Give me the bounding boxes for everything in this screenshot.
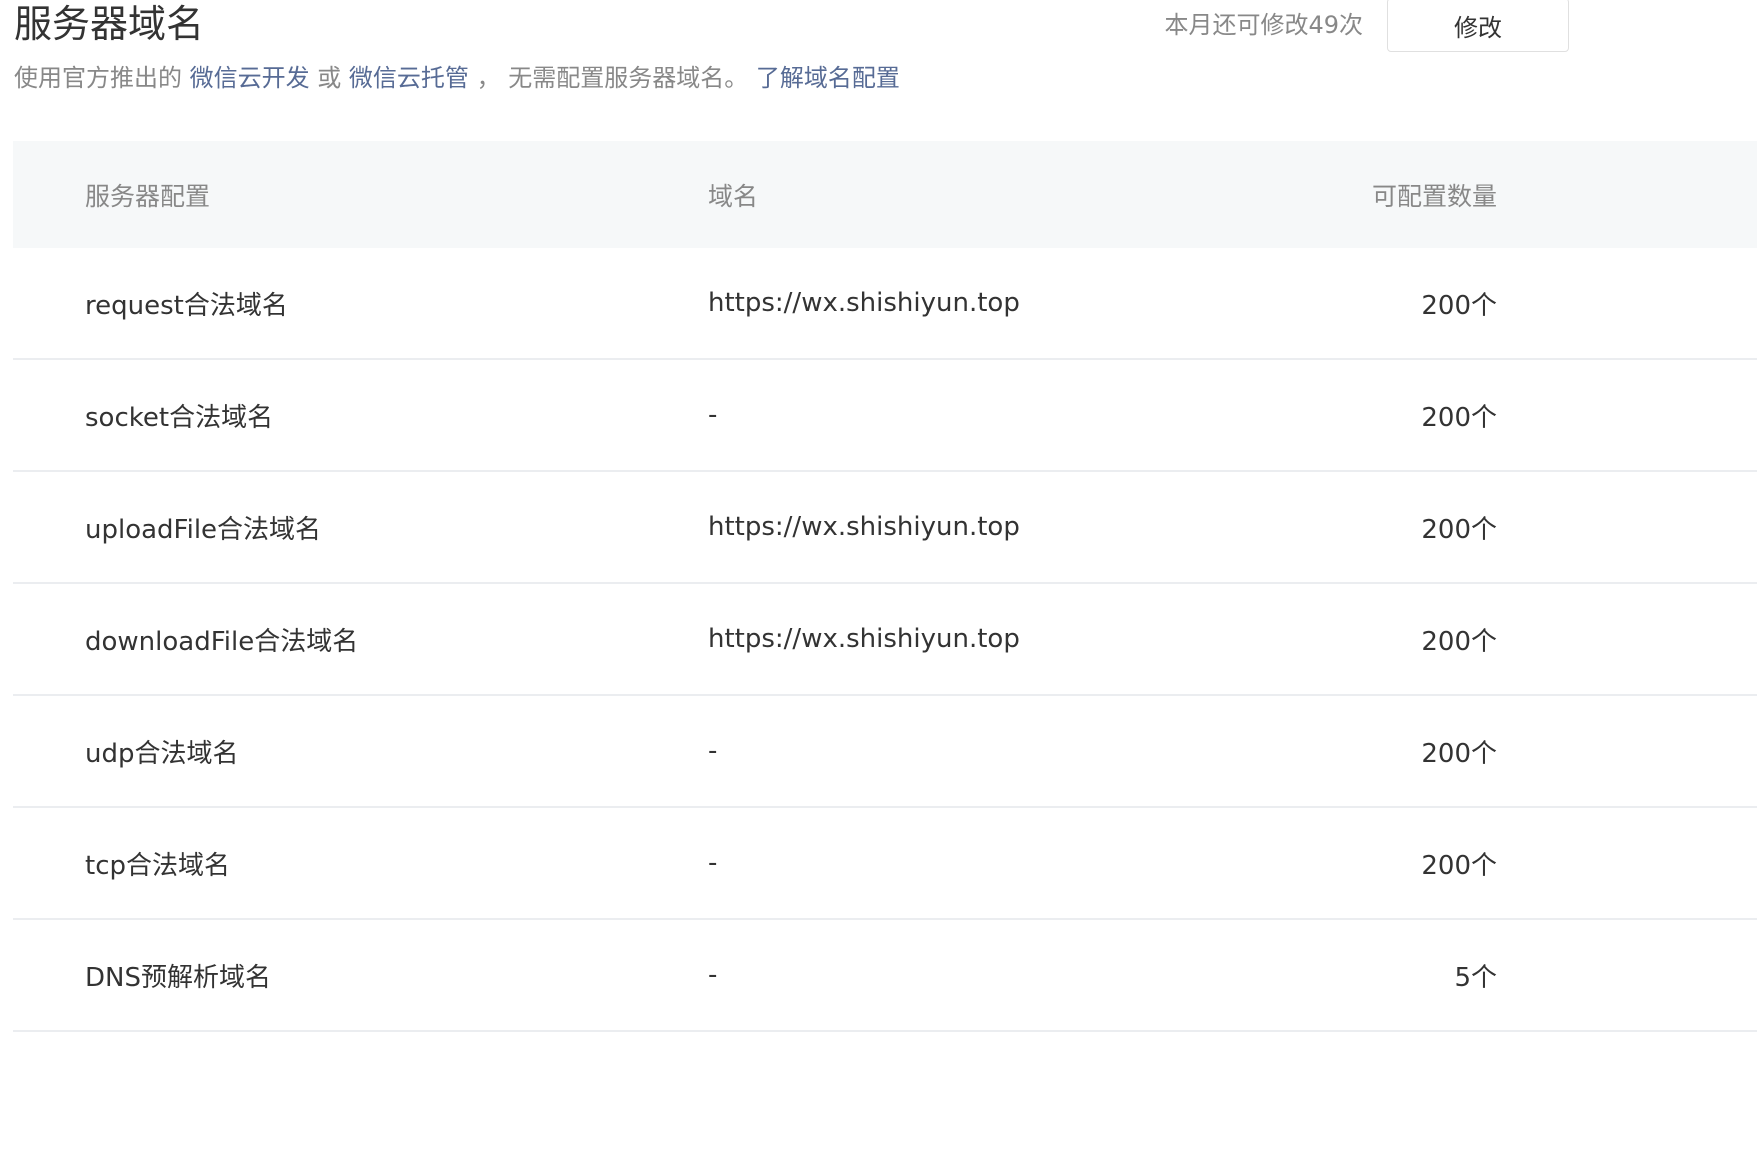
table-row: socket合法域名 - 200个	[13, 360, 1757, 472]
count-cell: 200个	[1421, 514, 1497, 545]
count-cell: 200个	[1421, 850, 1497, 881]
domain-cell: -	[708, 400, 718, 430]
domain-cell: https://wx.shishiyun.top	[708, 624, 1020, 654]
count-cell: 200个	[1421, 290, 1497, 321]
config-cell: tcp合法域名	[85, 850, 230, 881]
column-header-domain: 域名	[708, 181, 759, 211]
domain-cell: https://wx.shishiyun.top	[708, 512, 1020, 542]
description-middle: ， 无需配置服务器域名。	[476, 64, 749, 92]
description-text: 使用官方推出的 微信云开发 或 微信云托管 ， 无需配置服务器域名。 了解域名配…	[14, 60, 900, 96]
count-cell: 200个	[1421, 626, 1497, 657]
count-cell: 200个	[1421, 738, 1497, 769]
table-row: uploadFile合法域名 https://wx.shishiyun.top …	[13, 472, 1757, 584]
config-cell: udp合法域名	[85, 738, 239, 769]
table-row: downloadFile合法域名 https://wx.shishiyun.to…	[13, 584, 1757, 696]
config-cell: uploadFile合法域名	[85, 514, 322, 545]
count-cell: 5个	[1454, 962, 1497, 993]
table-row: tcp合法域名 - 200个	[13, 808, 1757, 920]
config-cell: DNS预解析域名	[85, 962, 271, 993]
column-header-config: 服务器配置	[85, 181, 211, 211]
domain-cell: -	[708, 736, 718, 766]
domain-table: 服务器配置 域名 可配置数量 request合法域名 https://wx.sh…	[13, 141, 1757, 1032]
table-row: DNS预解析域名 - 5个	[13, 920, 1757, 1032]
domain-cell: https://wx.shishiyun.top	[708, 288, 1020, 318]
server-domain-page: 服务器域名 本月还可修改49次 修改 使用官方推出的 微信云开发 或 微信云托管…	[0, 0, 1757, 1168]
description-or: 或	[317, 64, 342, 92]
page-title: 服务器域名	[14, 2, 205, 46]
table-row: request合法域名 https://wx.shishiyun.top 200…	[13, 248, 1757, 360]
domain-cell: -	[708, 848, 718, 878]
modify-button[interactable]: 修改	[1387, 0, 1569, 52]
domain-cell: -	[708, 960, 718, 990]
column-header-count: 可配置数量	[1371, 181, 1497, 211]
description-prefix: 使用官方推出的	[14, 64, 182, 92]
cloud-hosting-link[interactable]: 微信云托管	[349, 64, 469, 92]
table-header: 服务器配置 域名 可配置数量	[13, 141, 1757, 248]
cloud-dev-link[interactable]: 微信云开发	[190, 64, 310, 92]
config-cell: downloadFile合法域名	[85, 626, 359, 657]
config-cell: socket合法域名	[85, 402, 274, 433]
config-cell: request合法域名	[85, 290, 288, 321]
modification-quota-text: 本月还可修改49次	[1164, 11, 1363, 39]
learn-domain-config-link[interactable]: 了解域名配置	[756, 64, 900, 92]
count-cell: 200个	[1421, 402, 1497, 433]
table-row: udp合法域名 - 200个	[13, 696, 1757, 808]
